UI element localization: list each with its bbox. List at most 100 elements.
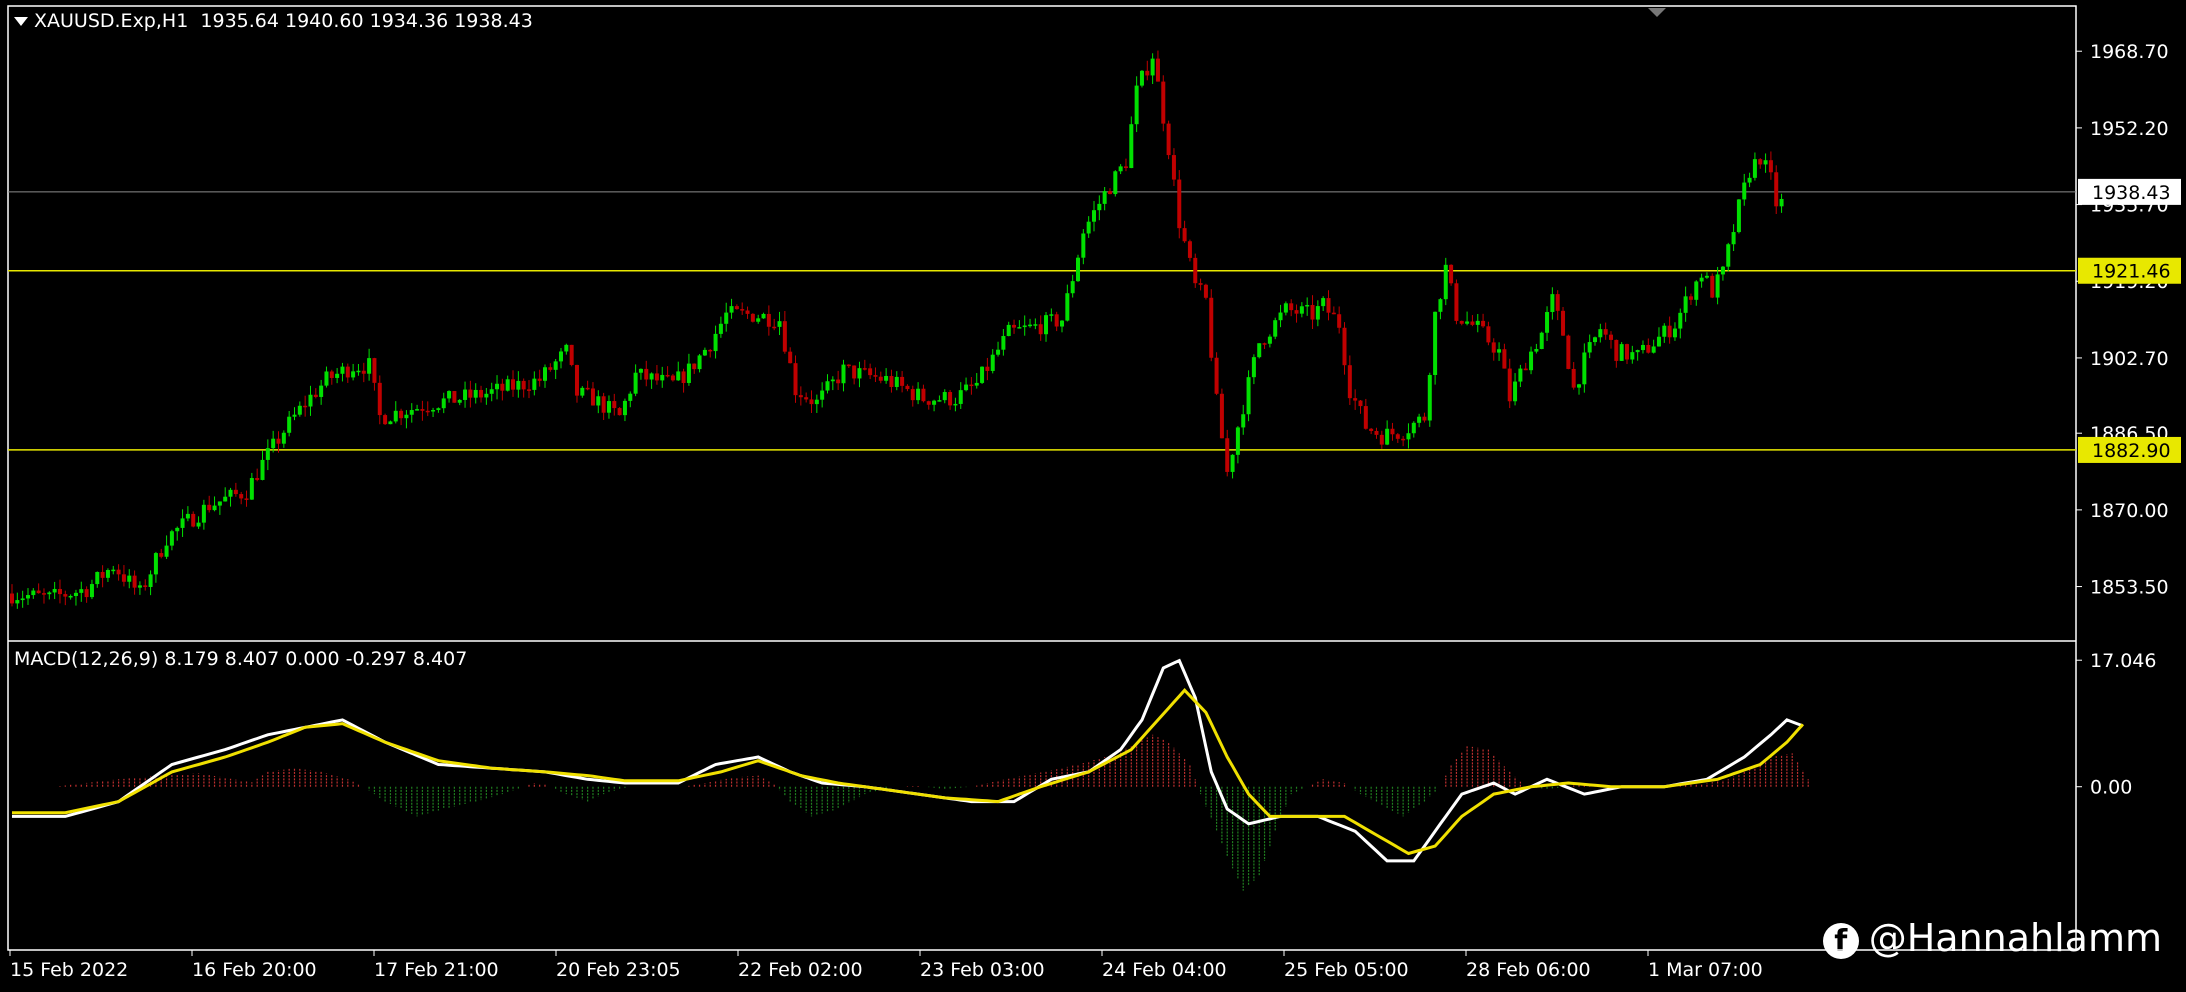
candle	[473, 383, 478, 404]
candle	[772, 318, 777, 331]
candle	[1353, 389, 1358, 410]
candle	[814, 394, 819, 413]
candle-body	[708, 349, 713, 352]
candle-body	[1374, 430, 1379, 435]
candle-body	[223, 496, 228, 502]
candle-body	[857, 368, 862, 379]
candle-body	[1598, 329, 1603, 338]
candle-body	[1774, 172, 1779, 207]
candle	[1038, 315, 1043, 341]
candle	[1267, 334, 1272, 348]
candle-body	[750, 313, 755, 322]
candle	[516, 371, 521, 398]
candle-body	[873, 375, 878, 377]
candle-body	[1097, 203, 1102, 211]
candle	[633, 364, 638, 397]
candle-body	[676, 371, 681, 381]
candle	[1662, 323, 1667, 343]
candle	[585, 380, 590, 391]
candle	[1443, 257, 1448, 306]
candle-body	[1321, 298, 1326, 307]
candle-body	[361, 370, 366, 374]
candle-body	[260, 459, 265, 480]
candle	[281, 430, 286, 448]
candle	[1166, 120, 1171, 160]
candle-body	[889, 375, 894, 387]
macd-tick-label: 17.046	[2090, 650, 2156, 672]
candle	[606, 395, 611, 419]
candle-body	[1481, 320, 1486, 327]
candle	[665, 366, 670, 378]
candle-body	[916, 388, 921, 401]
candle	[1134, 76, 1139, 133]
candle	[910, 385, 915, 407]
candle	[1102, 186, 1107, 211]
candle-body	[495, 383, 500, 390]
candle	[990, 349, 995, 374]
time-tick-label: 1 Mar 07:00	[1648, 959, 1763, 981]
candle	[505, 375, 510, 392]
candle-body	[473, 389, 478, 398]
candle	[388, 420, 393, 425]
candle-body	[1177, 179, 1182, 229]
candle	[1251, 354, 1256, 385]
candle	[1603, 322, 1608, 340]
candle	[143, 579, 148, 591]
candle	[399, 408, 404, 426]
candle-body	[1331, 312, 1336, 315]
candle-body	[543, 367, 547, 381]
candle	[1187, 239, 1192, 262]
candle-body	[127, 575, 132, 582]
candle-body	[1065, 293, 1070, 321]
candle	[1502, 343, 1507, 369]
candle-body	[68, 595, 73, 598]
candle	[569, 344, 574, 367]
candle	[265, 439, 270, 471]
trading-chart[interactable]: 1968.701952.201935.701919.201902.701886.…	[0, 0, 2186, 992]
candle-body	[937, 400, 942, 402]
candle	[985, 357, 990, 381]
candle-body	[1198, 283, 1203, 285]
candle-body	[297, 405, 302, 415]
candle-body	[41, 593, 46, 595]
candle	[953, 397, 958, 412]
candle	[463, 381, 468, 408]
candle	[558, 348, 563, 369]
candle-body	[1619, 344, 1624, 361]
candle	[1241, 404, 1246, 435]
candle-body	[1262, 343, 1267, 345]
candle	[745, 306, 750, 319]
candle-body	[1033, 324, 1038, 326]
candle-body	[1129, 124, 1134, 169]
candle	[958, 382, 963, 409]
candle	[153, 551, 158, 583]
candle-body	[1139, 70, 1144, 86]
candle-body	[1150, 58, 1155, 76]
candle-body	[644, 368, 649, 380]
candle-body	[1646, 344, 1651, 353]
candle-body	[1736, 199, 1741, 233]
candle-body	[1411, 422, 1416, 434]
candle-body	[1273, 320, 1278, 337]
candle	[1518, 364, 1523, 388]
candle	[196, 516, 201, 529]
candle	[1704, 272, 1709, 279]
candle	[351, 363, 356, 381]
candle	[1774, 165, 1779, 215]
candle	[1321, 296, 1326, 312]
candle	[287, 411, 292, 437]
candle-body	[878, 376, 883, 381]
candle-body	[1182, 228, 1187, 242]
candle-body	[196, 522, 201, 527]
candle-body	[1534, 348, 1539, 352]
candle-body	[537, 378, 542, 381]
candle	[1715, 266, 1720, 305]
candle	[313, 388, 318, 399]
candle	[1001, 329, 1006, 356]
candle-body	[894, 376, 899, 387]
macd-tick-label: 0.00	[2090, 777, 2132, 799]
candle-body	[511, 379, 516, 390]
candle-body	[36, 590, 41, 594]
candle-body	[1299, 306, 1304, 314]
candle	[1747, 172, 1752, 188]
